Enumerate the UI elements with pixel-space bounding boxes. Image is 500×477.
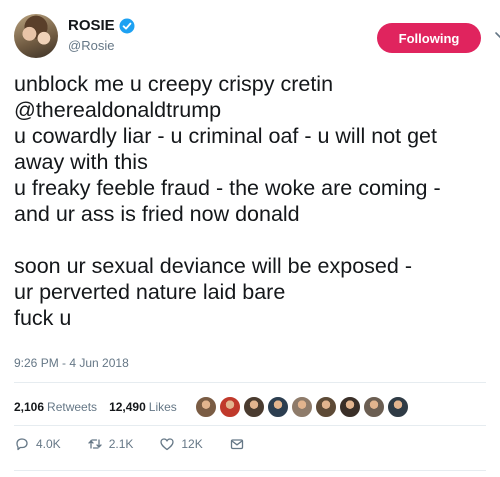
liker-avatar[interactable] <box>362 396 385 418</box>
likes-label: Likes <box>148 400 177 414</box>
envelope-icon <box>230 439 243 450</box>
retweet-count: 2.1K <box>108 437 134 451</box>
liker-avatar[interactable] <box>338 396 361 418</box>
liker-avatar[interactable] <box>290 396 313 418</box>
display-name[interactable]: ROSIE <box>68 17 115 34</box>
following-button[interactable]: Following <box>377 23 481 53</box>
retweets-label: Retweets <box>47 400 98 414</box>
tweet-header: ROSIE @Rosie Following <box>14 14 500 62</box>
name-row: ROSIE <box>68 17 135 34</box>
divider <box>14 425 486 426</box>
tweet-actions: 4.0K 2.1K 12K <box>14 432 486 456</box>
liker-avatars <box>194 396 411 418</box>
reply-button[interactable]: 4.0K <box>14 436 61 452</box>
chevron-down-icon[interactable] <box>494 28 500 44</box>
like-count: 12K <box>181 437 203 451</box>
verified-badge-icon <box>119 18 135 34</box>
reply-icon <box>16 438 28 451</box>
divider <box>14 382 486 383</box>
like-button[interactable]: 12K <box>159 436 203 452</box>
user-handle[interactable]: @Rosie <box>68 38 114 53</box>
liker-avatar[interactable] <box>266 396 289 418</box>
liker-avatar[interactable] <box>194 396 217 418</box>
user-avatar[interactable] <box>14 14 58 58</box>
divider <box>14 470 486 471</box>
retweet-button[interactable]: 2.1K <box>87 436 134 452</box>
heart-icon <box>160 438 175 451</box>
likes-count: 12,490 <box>109 400 146 414</box>
retweets-count: 2,106 <box>14 400 45 414</box>
liker-avatar[interactable] <box>218 396 241 418</box>
likes-stat[interactable]: 12,490 Likes <box>109 400 177 414</box>
tweet-timestamp[interactable]: 9:26 PM - 4 Jun 2018 <box>14 356 129 370</box>
retweet-icon <box>88 439 102 449</box>
liker-avatar[interactable] <box>386 396 409 418</box>
liker-avatar[interactable] <box>314 396 337 418</box>
reply-count: 4.0K <box>36 437 61 451</box>
liker-avatar[interactable] <box>242 396 265 418</box>
engagement-stats: 2,106 Retweets 12,490 Likes <box>14 387 486 427</box>
tweet-text: unblock me u creepy crispy cretin @there… <box>14 72 441 330</box>
retweets-stat[interactable]: 2,106 Retweets <box>14 400 97 414</box>
direct-message-button[interactable] <box>229 436 251 452</box>
